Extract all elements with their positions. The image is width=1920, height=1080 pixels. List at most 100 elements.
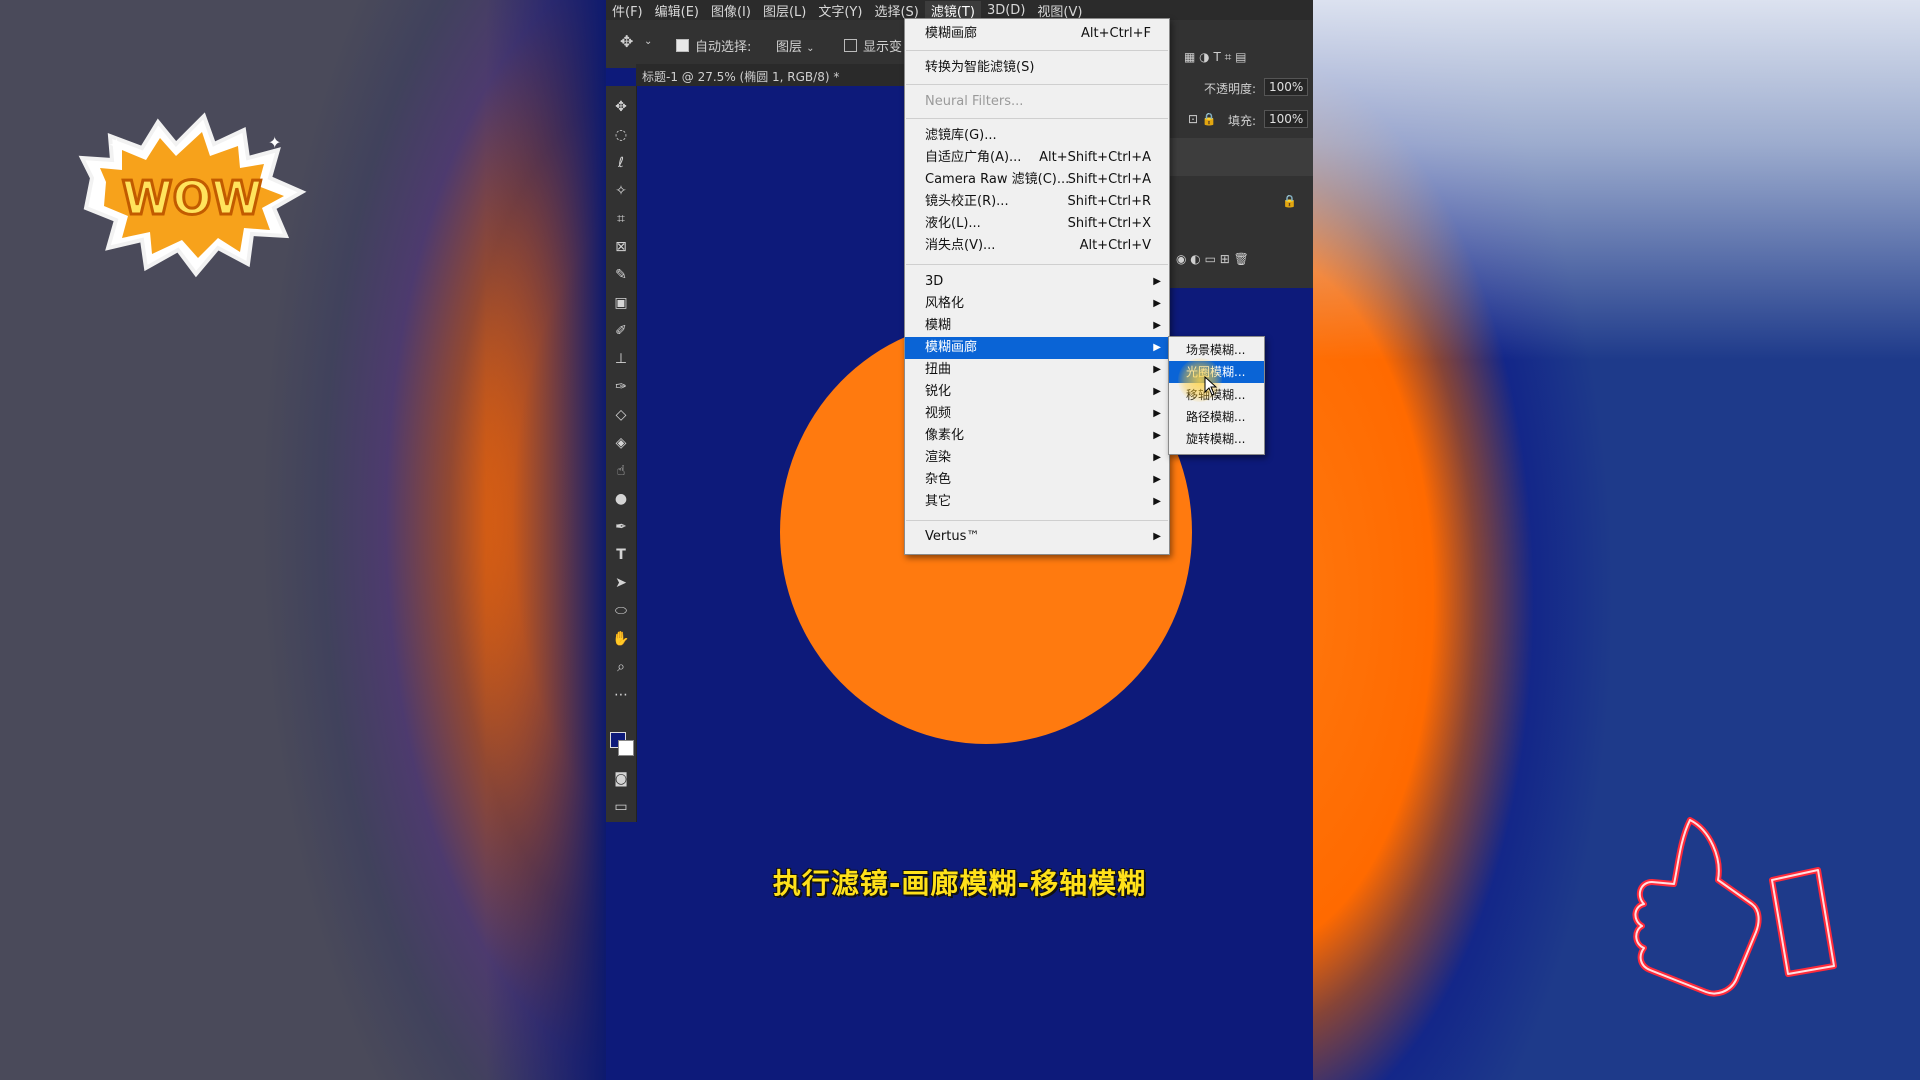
stamp-tool-icon[interactable]: ⊥ [612,350,630,368]
menu-item-stylize[interactable]: 风格化 ▶ [905,293,1169,315]
svg-text:✦: ✦ [268,133,281,152]
mouse-cursor-icon [1204,376,1218,396]
menu-item-noise[interactable]: 杂色 ▶ [905,469,1169,491]
menu-bar: 件(F) 编辑(E) 图像(I) 图层(L) 文字(Y) 选择(S) 滤镜(T)… [606,0,1313,20]
submenu-arrow-icon: ▶ [1153,364,1161,375]
tools-panel: ✥ ◌ ℓ ✧ ⌗ ⊠ ✎ ▣ ✐ ⊥ ✑ ◇ ◈ ☝ ● ✒ T ➤ ⬭ ✋ … [606,86,637,822]
filter-menu-dropdown: 模糊画廊 Alt+Ctrl+F 转换为智能滤镜(S) Neural Filter… [904,18,1170,555]
hand-tool-icon[interactable]: ✋ [612,630,630,648]
smudge-tool-icon[interactable]: ☝ [612,462,630,480]
healing-brush-tool-icon[interactable]: ▣ [612,294,630,312]
panel-icons-row: ▦ ◑ T ⌗ ▤ [1184,50,1247,64]
checkbox-checked-icon [676,39,689,52]
menu-edit[interactable]: 编辑(E) [649,1,705,20]
menu-layer[interactable]: 图层(L) [757,1,812,20]
submenu-arrow-icon: ▶ [1153,342,1161,353]
menu-item-blur-gallery[interactable]: 模糊画廊 ▶ [905,337,1169,359]
magic-wand-tool-icon[interactable]: ✧ [612,182,630,200]
opacity-label: 不透明度: [1204,82,1257,96]
menu-item-neural-filters[interactable]: Neural Filters... [905,91,1169,113]
menu-item-vanishing-point[interactable]: 消失点(V)... Alt+Ctrl+V [905,235,1169,257]
ellipse-tool-icon[interactable]: ⬭ [612,602,630,620]
menu-filter[interactable]: 滤镜(T) [924,0,981,20]
type-tool-icon[interactable]: T [612,546,630,564]
layer-select-dropdown[interactable]: 图层 ⌄ [776,36,815,55]
submenu-arrow-icon: ▶ [1153,276,1161,287]
menu-item-blur[interactable]: 模糊 ▶ [905,315,1169,337]
menu-item-last-filter[interactable]: 模糊画廊 Alt+Ctrl+F [905,23,1169,45]
background-color-swatch[interactable] [618,740,634,756]
submenu-arrow-icon: ▶ [1153,320,1161,331]
menu-image[interactable]: 图像(I) [705,1,757,20]
wow-sticker-icon: WOW ✦ ✦ [78,112,307,278]
menu-item-sharpen[interactable]: 锐化 ▶ [905,381,1169,403]
layer-row[interactable] [1170,138,1313,176]
menu-item-lens-correction[interactable]: 镜头校正(R)... Shift+Ctrl+R [905,191,1169,213]
submenu-arrow-icon: ▶ [1153,430,1161,441]
auto-select-checkbox[interactable]: 自动选择: [676,36,751,55]
fill-label: 填充: [1228,114,1257,128]
svg-text:✦: ✦ [108,133,125,157]
checkbox-unchecked-icon [844,39,857,52]
menu-item-filter-gallery[interactable]: 滤镜库(G)... [905,125,1169,147]
menu-type[interactable]: 文字(Y) [812,1,868,20]
submenu-arrow-icon: ▶ [1153,386,1161,397]
submenu-item-path-blur[interactable]: 路径模糊... [1169,406,1264,428]
menu-file[interactable]: 件(F) [606,1,649,20]
menu-item-3d[interactable]: 3D ▶ [905,271,1169,293]
move-tool-icon[interactable]: ✥ [612,98,630,116]
menu-item-pixelate[interactable]: 像素化 ▶ [905,425,1169,447]
lasso-tool-icon[interactable]: ℓ [612,154,630,172]
layer-actions-icons[interactable]: ◉ ◐ ▭ ⊞ 🗑 [1176,252,1249,266]
submenu-arrow-icon: ▶ [1153,531,1161,542]
menu-item-adaptive-wide-angle[interactable]: 自适应广角(A)... Alt+Shift+Ctrl+A [905,147,1169,169]
show-transform-checkbox[interactable]: 显示变 [844,36,902,55]
menu-item-camera-raw[interactable]: Camera Raw 滤镜(C)... Shift+Ctrl+A [905,169,1169,191]
crop-tool-icon[interactable]: ⌗ [612,210,630,228]
fill-input[interactable]: 100% [1264,110,1309,128]
menu-item-video[interactable]: 视频 ▶ [905,403,1169,425]
submenu-arrow-icon: ▶ [1153,298,1161,309]
zoom-tool-icon[interactable]: ⌕ [612,658,630,676]
layers-panel: ▦ ◑ T ⌗ ▤ 不透明度: 100% ⊡ 🔒 填充: 100% 🔒 ◉ ◐ … [1170,20,1313,288]
eraser-tool-icon[interactable]: ◇ [612,406,630,424]
thumbs-up-icon [1632,817,1837,997]
submenu-arrow-icon: ▶ [1153,408,1161,419]
brush-tool-icon[interactable]: ✐ [612,322,630,340]
menu-item-other[interactable]: 其它 ▶ [905,491,1169,513]
menu-item-distort[interactable]: 扭曲 ▶ [905,359,1169,381]
history-brush-tool-icon[interactable]: ✑ [612,378,630,396]
chevron-down-icon: ⌄ [806,43,815,54]
layer-select-value: 图层 [776,40,803,55]
submenu-item-field-blur[interactable]: 场景模糊... [1169,339,1264,361]
lock-icon: 🔒 [1282,194,1297,208]
eyedropper-tool-icon[interactable]: ✎ [612,266,630,284]
opacity-input[interactable]: 100% [1264,78,1309,96]
frame-tool-icon[interactable]: ⊠ [612,238,630,256]
dodge-tool-icon[interactable]: ● [612,490,630,508]
submenu-item-spin-blur[interactable]: 旋转模糊... [1169,428,1264,450]
auto-select-label: 自动选择: [695,40,752,55]
path-selection-tool-icon[interactable]: ➤ [612,574,630,592]
document-tab-title: 标题-1 @ 27.5% (椭圆 1, RGB/8) * [642,70,840,84]
submenu-arrow-icon: ▶ [1153,452,1161,463]
marquee-tool-icon[interactable]: ◌ [612,126,630,144]
screen-mode-icon[interactable]: ▭ [612,798,630,816]
menu-item-convert-smart-filter[interactable]: 转换为智能滤镜(S) [905,57,1169,79]
menu-item-vertus[interactable]: Vertus™ ▶ [905,526,1169,548]
chevron-down-icon[interactable]: ⌄ [644,36,652,47]
pen-tool-icon[interactable]: ✒ [612,518,630,536]
video-caption: 执行滤镜-画廊模糊-移轴模糊 [772,867,1147,900]
lock-icons[interactable]: ⊡ 🔒 [1188,112,1217,126]
menu-item-liquify[interactable]: 液化(L)... Shift+Ctrl+X [905,213,1169,235]
menu-3d[interactable]: 3D(D) [981,3,1031,18]
menu-view[interactable]: 视图(V) [1031,1,1088,20]
move-tool-icon[interactable]: ✥ [620,32,633,51]
show-transform-label: 显示变 [863,40,903,55]
wow-sticker-text: WOW [122,171,263,225]
menu-item-render[interactable]: 渲染 ▶ [905,447,1169,469]
quick-mask-icon[interactable]: ◙ [612,770,630,788]
menu-select[interactable]: 选择(S) [868,1,924,20]
more-tools-icon[interactable]: ⋯ [612,686,630,704]
paint-bucket-tool-icon[interactable]: ◈ [612,434,630,452]
